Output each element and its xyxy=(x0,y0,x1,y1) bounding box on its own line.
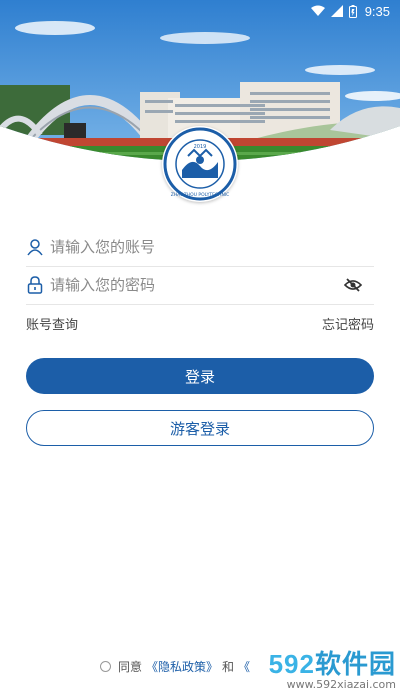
signal-icon xyxy=(330,5,343,17)
account-field[interactable] xyxy=(26,228,374,267)
password-field[interactable] xyxy=(26,266,374,305)
guest-login-button[interactable]: 游客登录 xyxy=(26,410,374,446)
account-query-link[interactable]: 账号查询 xyxy=(26,314,78,333)
user-icon xyxy=(26,238,44,256)
status-time: 9:35 xyxy=(364,3,390,19)
watermark: 592软件园 www.592xiazai.com xyxy=(226,650,396,698)
auxiliary-links: 账号查询 忘记密码 xyxy=(26,314,374,333)
lock-icon xyxy=(26,276,44,294)
logo-ring-text: ZHAOZHOU POLYTECHNIC xyxy=(171,192,230,198)
school-logo: 2019 ZHAOZHOU POLYTECHNIC xyxy=(162,126,238,202)
wifi-icon xyxy=(310,5,325,17)
battery-icon xyxy=(348,4,357,18)
agree-prefix: 同意 xyxy=(118,660,143,674)
status-bar: 9:35 xyxy=(0,0,400,22)
forgot-password-link[interactable]: 忘记密码 xyxy=(322,314,374,333)
watermark-number: 592 xyxy=(268,649,315,679)
watermark-url: www.592xiazai.com xyxy=(286,678,396,691)
eye-off-icon[interactable] xyxy=(342,274,364,296)
privacy-policy-link[interactable]: 《隐私政策》 xyxy=(146,658,218,675)
agree-radio[interactable] xyxy=(100,661,111,672)
watermark-brand: 软件园 xyxy=(314,649,396,679)
login-button[interactable]: 登录 xyxy=(26,358,374,394)
password-input[interactable] xyxy=(50,276,342,294)
logo-year: 2019 xyxy=(194,144,207,150)
account-input[interactable] xyxy=(50,238,374,256)
